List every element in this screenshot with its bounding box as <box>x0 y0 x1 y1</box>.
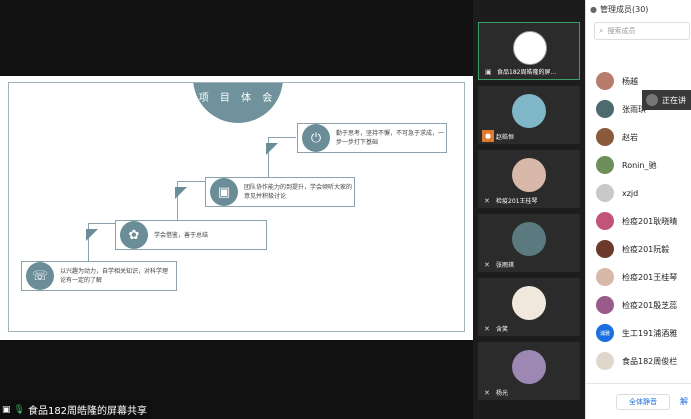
slide-frame: 项 目 体 会 ☏ 以兴趣为动力，自学相关知识，对科学理论有一定的了解 ✿ 学会… <box>8 82 465 332</box>
mic-muted-icon: ✕ <box>484 197 490 205</box>
step-3-box: ▣ 团队协作能力的到提升，学会倾听大家的意见并积极讨论 <box>205 177 355 207</box>
microphone-icon: 🎙 <box>13 404 25 415</box>
screen-share-label: ▣ 🎙 食品182周皓隆的屏幕共享 <box>0 400 152 419</box>
power-icon: ⏻ <box>302 124 330 152</box>
member-search-input[interactable]: ⌕ 搜索成员 <box>594 22 690 40</box>
step-2-box: ✿ 学会借鉴，善于总结 <box>115 220 267 250</box>
avatar <box>596 212 614 230</box>
members-header: ● 管理成员(30) <box>586 0 691 18</box>
screen-icon: ▣ <box>2 404 11 415</box>
member-item[interactable]: 检疫201殷芝蕊 <box>596 294 691 316</box>
video-tile-name: 食品182周皓隆的屏... <box>497 69 557 76</box>
microphone-icon: ▣ <box>485 68 492 76</box>
user-icon: ● <box>482 130 494 142</box>
member-item[interactable]: 杨越 <box>596 70 691 92</box>
member-name: Ronin_驰 <box>622 160 657 170</box>
avatar <box>596 72 614 90</box>
member-item[interactable]: 检疫201阮毅 <box>596 238 691 260</box>
avatar <box>513 31 547 65</box>
lightbulb-icon: ✿ <box>120 221 148 249</box>
chat-icon: ▣ <box>210 178 238 206</box>
member-item[interactable]: 浦雅 生工191浦酒雅 <box>596 322 691 344</box>
video-tile[interactable]: ✕ 杨光 <box>478 342 580 400</box>
step-flag <box>266 143 278 155</box>
member-item[interactable]: 食品182周俊栏 <box>596 350 691 372</box>
avatar <box>596 128 614 146</box>
video-tile[interactable]: ✕ 检疫201王桂琴 <box>478 150 580 208</box>
search-placeholder: 搜索成员 <box>607 27 636 35</box>
step-flag <box>86 229 98 241</box>
members-footer: 全体静音 解 <box>586 383 691 419</box>
mic-muted-icon: ✕ <box>484 325 490 333</box>
member-name: 检疫201耿晓晴 <box>622 216 678 226</box>
search-icon: ⌕ <box>599 26 604 35</box>
whatsapp-icon: ☏ <box>26 262 54 290</box>
member-name: 检疫201殷芝蕊 <box>622 300 678 310</box>
shared-slide: 项 目 体 会 ☏ 以兴趣为动力，自学相关知识，对科学理论有一定的了解 ✿ 学会… <box>0 76 473 340</box>
avatar <box>646 94 658 106</box>
members-panel: ● 管理成员(30) ⌕ 搜索成员 杨越 张雨琪 赵岩 Ronin_驰 xzjd <box>585 0 691 419</box>
avatar <box>512 350 546 384</box>
step-3-text: 团队协作能力的到提升，学会倾听大家的意见并积极讨论 <box>244 184 353 200</box>
member-name: xzjd <box>622 188 639 198</box>
video-tile-name: 张雨琪 <box>496 262 515 269</box>
avatar <box>596 240 614 258</box>
avatar <box>512 94 546 128</box>
share-label-text: 食品182周皓隆的屏幕共享 <box>27 406 148 417</box>
person-icon: ● <box>590 4 597 14</box>
member-name: 检疫201王桂琴 <box>622 272 678 282</box>
slide-title-area: 项 目 体 会 <box>9 83 466 123</box>
member-item[interactable]: 检疫201耿晓晴 <box>596 210 691 232</box>
member-name: 检疫201阮毅 <box>622 244 670 254</box>
slide-title: 项 目 体 会 <box>198 93 277 104</box>
video-tile[interactable]: ● 赵皓恒 <box>478 86 580 144</box>
member-item[interactable]: 检疫201王桂琴 <box>596 266 691 288</box>
video-tile-name: 赵皓恒 <box>496 134 515 141</box>
member-item[interactable]: Ronin_驰 <box>596 154 691 176</box>
avatar <box>512 222 546 256</box>
meeting-window: 项 目 体 会 ☏ 以兴趣为动力，自学相关知识，对科学理论有一定的了解 ✿ 学会… <box>0 0 691 419</box>
member-name: 食品182周俊栏 <box>622 356 678 366</box>
avatar <box>596 184 614 202</box>
member-name: 杨越 <box>622 76 638 86</box>
avatar <box>512 158 546 192</box>
step-flag <box>175 187 187 199</box>
member-name: 赵岩 <box>622 132 638 142</box>
member-name: 生工191浦酒雅 <box>622 328 678 338</box>
members-title: 管理成员(30) <box>599 4 649 14</box>
step-4-box: ⏻ 勤于思考，坚持不懈，不可急于求成，一步一步打下基础 <box>297 123 447 153</box>
avatar: 浦雅 <box>596 324 614 342</box>
member-item[interactable]: xzjd <box>596 182 691 204</box>
speaking-tooltip: 正在讲 <box>642 90 691 110</box>
mic-muted-icon: ✕ <box>484 389 490 397</box>
avatar <box>596 352 614 370</box>
step-2-text: 学会借鉴，善于总结 <box>154 232 209 239</box>
avatar <box>596 100 614 118</box>
video-strip[interactable]: ▣ 食品182周皓隆的屏... ● 赵皓恒 ✕ 检疫201王桂琴 ✕ 张雨琪 ✕… <box>473 0 585 419</box>
more-button[interactable]: 解 <box>680 396 688 407</box>
video-tile[interactable]: ✕ 张雨琪 <box>478 214 580 272</box>
video-tile[interactable]: ▣ 食品182周皓隆的屏... <box>478 22 580 80</box>
step-1-text: 以兴趣为动力，自学相关知识，对科学理论有一定的了解 <box>60 268 169 284</box>
tooltip-text: 正在讲 <box>662 95 686 105</box>
avatar <box>596 156 614 174</box>
video-tile-name: 杨光 <box>496 390 509 397</box>
screen-share-area: 项 目 体 会 ☏ 以兴趣为动力，自学相关知识，对科学理论有一定的了解 ✿ 学会… <box>0 0 473 419</box>
step-4-text: 勤于思考，坚持不懈，不可急于求成，一步一步打下基础 <box>336 130 445 146</box>
mic-muted-icon: ✕ <box>484 261 490 269</box>
member-item[interactable]: 赵岩 <box>596 126 691 148</box>
mute-all-button[interactable]: 全体静音 <box>616 394 670 410</box>
avatar <box>596 268 614 286</box>
avatar <box>512 286 546 320</box>
video-tile-name: 含笑 <box>496 326 509 333</box>
video-tile-name: 检疫201王桂琴 <box>496 198 538 205</box>
step-1-box: ☏ 以兴趣为动力，自学相关知识，对科学理论有一定的了解 <box>21 261 177 291</box>
avatar <box>596 296 614 314</box>
video-tile[interactable]: ✕ 含笑 <box>478 278 580 336</box>
